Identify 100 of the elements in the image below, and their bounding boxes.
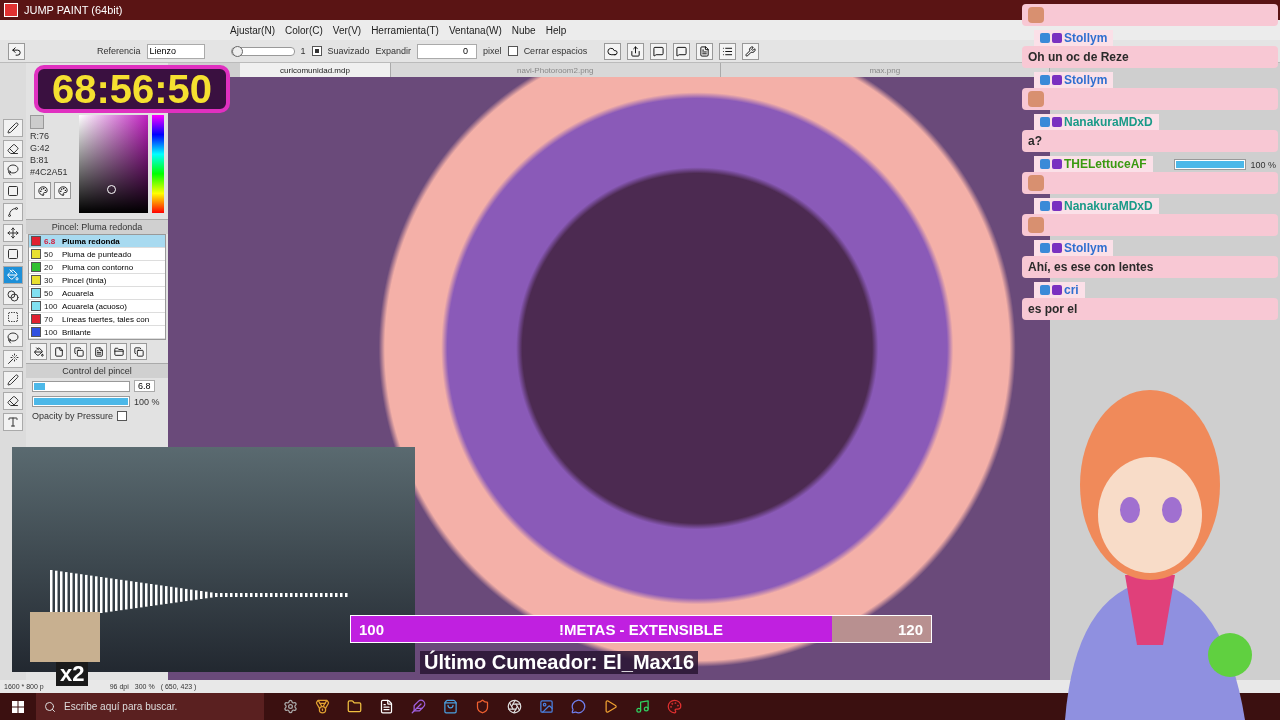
- hex-value: #4C2A51: [30, 167, 69, 177]
- goal-label: !METAS - EXTENSIBLE: [559, 620, 723, 638]
- text-tool-icon[interactable]: [3, 413, 23, 431]
- toolbar-icon[interactable]: [650, 42, 667, 60]
- pressure-label: Opacity by Pressure: [32, 411, 114, 421]
- eraser-tool-icon[interactable]: [3, 140, 23, 158]
- brush-item[interactable]: 30 Pincel (tinta): [29, 274, 165, 287]
- chat-username: Stollym: [1064, 31, 1108, 45]
- transparent-swatch[interactable]: [30, 115, 44, 129]
- reference-label: Referencia: [97, 46, 141, 56]
- chat-text: Oh un oc de Reze: [1028, 50, 1129, 64]
- goal-start: 100: [359, 620, 385, 638]
- smoothing-label: Suavizado: [327, 46, 370, 56]
- palette-icon[interactable]: [54, 182, 71, 199]
- countdown-timer: 68:56:50: [34, 65, 230, 113]
- emote-icon: [1028, 7, 1044, 23]
- expand-field[interactable]: 0: [417, 43, 478, 59]
- lasso-tool-icon[interactable]: [3, 329, 23, 347]
- menu-item[interactable]: Help: [545, 24, 567, 36]
- rect-tool-icon[interactable]: [3, 182, 23, 200]
- toolbar-icon[interactable]: [604, 42, 621, 60]
- color-picker[interactable]: [79, 115, 149, 213]
- chat-username: cri: [1064, 283, 1079, 297]
- toolbar-icon[interactable]: [742, 42, 759, 60]
- close-gaps-label: Cerrar espacios: [523, 46, 588, 56]
- brush-action-icon[interactable]: [30, 343, 47, 360]
- emote-icon: [1028, 217, 1044, 233]
- lasso-tool-icon[interactable]: [3, 161, 23, 179]
- brush-action-icon[interactable]: [90, 343, 107, 360]
- goal-end: 120: [897, 620, 923, 638]
- windows-icon: [12, 700, 24, 713]
- reference-dropdown[interactable]: Lienzo: [146, 43, 205, 59]
- brush-action-icon[interactable]: [50, 343, 67, 360]
- chat-username: NanakuraMDxD: [1064, 199, 1153, 213]
- slider-thumb[interactable]: [231, 45, 243, 57]
- expand-label: Expandir: [375, 46, 412, 56]
- pressure-checkbox[interactable]: [117, 411, 128, 421]
- chat-text: a?: [1028, 134, 1042, 148]
- panel-title: Control del pincel: [26, 363, 168, 378]
- brush-action-icon[interactable]: [110, 343, 127, 360]
- close-gaps-checkbox[interactable]: [507, 46, 518, 56]
- menu-item[interactable]: Herramienta(T): [371, 24, 439, 36]
- panel-title: Pincel: Pluma redonda: [26, 219, 168, 234]
- undo-icon[interactable]: [8, 42, 25, 60]
- hue-bar[interactable]: [152, 115, 164, 213]
- brush-action-icon[interactable]: [130, 343, 147, 360]
- pen-tool-icon[interactable]: [3, 371, 23, 389]
- menu-item[interactable]: Ajustar(N): [230, 24, 275, 36]
- r-value: R:76: [30, 131, 50, 141]
- photo-placeholder: [30, 612, 100, 662]
- palette-icon[interactable]: [34, 182, 51, 199]
- select-tool-icon[interactable]: [3, 308, 23, 326]
- menu-item[interactable]: Ver(V): [332, 24, 362, 36]
- menu-item[interactable]: Ventana(W): [448, 24, 502, 36]
- brush-item[interactable]: 50 Acuarela: [29, 287, 165, 300]
- smoothing-checkbox[interactable]: [311, 46, 322, 56]
- chat-text: es por el: [1028, 302, 1078, 316]
- brush-item[interactable]: 70 Líneas fuertes, tales con: [29, 313, 165, 326]
- app-icon: [4, 3, 18, 17]
- emote-icon: [1028, 175, 1044, 191]
- size-value[interactable]: 6.8: [134, 380, 155, 392]
- tolerance-slider[interactable]: [230, 46, 295, 56]
- chat-username: Stollym: [1064, 73, 1108, 87]
- move-tool-icon[interactable]: [3, 224, 23, 242]
- toolbar-icon[interactable]: [696, 42, 713, 60]
- tolerance-value: 1: [300, 46, 306, 56]
- brush-item[interactable]: 100 Acuarela (acuoso): [29, 300, 165, 313]
- search-field[interactable]: Escribe aquí para buscar.: [36, 693, 264, 720]
- brush-action-icon[interactable]: [70, 343, 87, 360]
- search-icon: [44, 700, 56, 713]
- opacity-value: 100 %: [134, 396, 160, 407]
- b-value: B:81: [30, 155, 50, 165]
- toolbar-icon[interactable]: [673, 42, 690, 60]
- eraser-tool-icon[interactable]: [3, 392, 23, 410]
- fill-tool-icon[interactable]: [3, 245, 23, 263]
- file-tab[interactable]: curicomunidad.mdp: [240, 63, 391, 77]
- chat-username: THELettuceAF: [1064, 157, 1147, 171]
- chat-text: Ahí, es ese con lentes: [1028, 260, 1154, 274]
- chat-username: NanakuraMDxD: [1064, 115, 1153, 129]
- brush-item[interactable]: 6.8 Pluma redonda: [29, 235, 165, 248]
- brush-item[interactable]: 50 Pluma de punteado: [29, 248, 165, 261]
- g-value: G:42: [30, 143, 51, 153]
- window-title: JUMP PAINT (64bit): [24, 4, 123, 16]
- brush-item[interactable]: 20 Pluma con contorno: [29, 261, 165, 274]
- last-cumeador-text: Último Cumeador: El_Max16: [420, 651, 699, 674]
- toolbar-icon[interactable]: [627, 42, 644, 60]
- wand-tool-icon[interactable]: [3, 350, 23, 368]
- pen-tool-icon[interactable]: [3, 119, 23, 137]
- toolbar-icon[interactable]: [719, 42, 736, 60]
- line-tool-icon[interactable]: [3, 203, 23, 221]
- chat-username: Stollym: [1064, 241, 1108, 255]
- brush-item[interactable]: 100 Brillante: [29, 326, 165, 339]
- multiplier-text: x2: [56, 662, 89, 686]
- gradient-tool-icon[interactable]: [3, 287, 23, 305]
- menu-item[interactable]: Nube: [511, 24, 536, 36]
- opacity-value: 100 %: [1250, 159, 1276, 170]
- unit-label: pixel: [483, 46, 502, 56]
- emote-icon: [1028, 91, 1044, 107]
- slider-track[interactable]: [32, 380, 130, 392]
- menu-item[interactable]: Color(C): [285, 24, 323, 36]
